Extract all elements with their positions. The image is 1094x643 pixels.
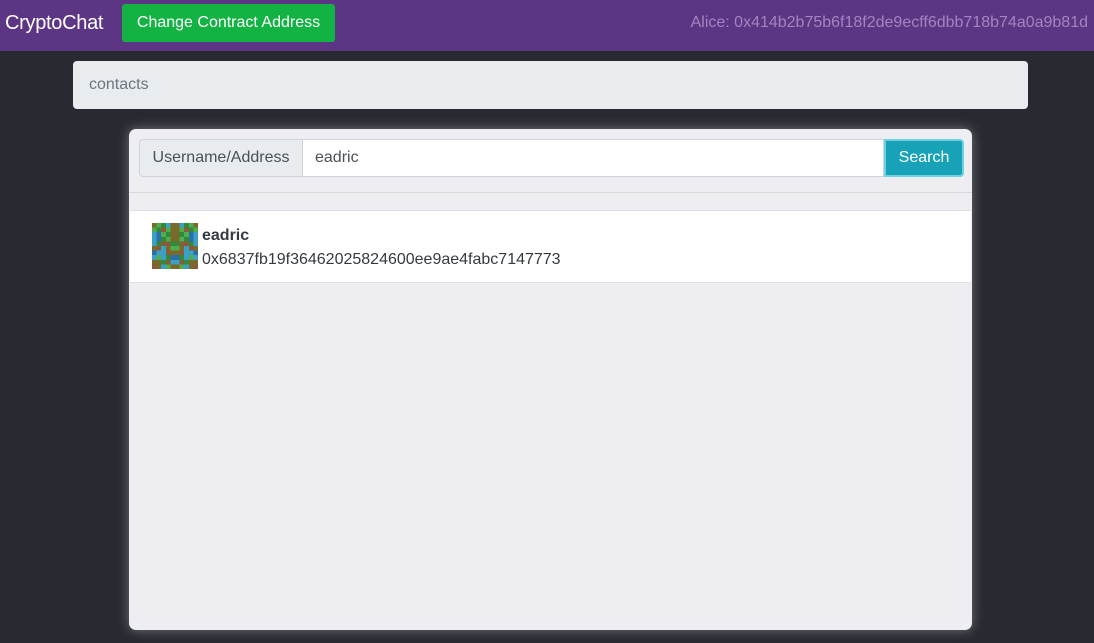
breadcrumb-item-contacts: contacts <box>89 76 149 93</box>
breadcrumb: contacts <box>73 61 1028 109</box>
contacts-panel: Username/Address Search eadric 0x6837fb1… <box>129 129 972 630</box>
brand-title[interactable]: CryptoChat <box>5 11 103 35</box>
navbar: CryptoChat Change Contract Address Alice… <box>0 0 1094 51</box>
search-field-label: Username/Address <box>139 139 303 177</box>
contact-result-item[interactable]: eadric 0x6837fb19f36462025824600ee9ae4fa… <box>130 210 971 283</box>
contact-name: eadric <box>202 227 250 244</box>
contact-address: 0x6837fb19f36462025824600ee9ae4fabc71477… <box>202 251 561 268</box>
identicon-avatar-icon <box>152 223 198 269</box>
search-input[interactable] <box>303 139 884 177</box>
change-contract-address-button[interactable]: Change Contract Address <box>122 4 335 42</box>
search-button[interactable]: Search <box>884 139 964 177</box>
current-account-label: Alice: 0x414b2b75b6f18f2de9ecff6dbb718b7… <box>690 14 1088 31</box>
divider <box>129 192 972 193</box>
search-bar: Username/Address Search <box>139 139 964 177</box>
